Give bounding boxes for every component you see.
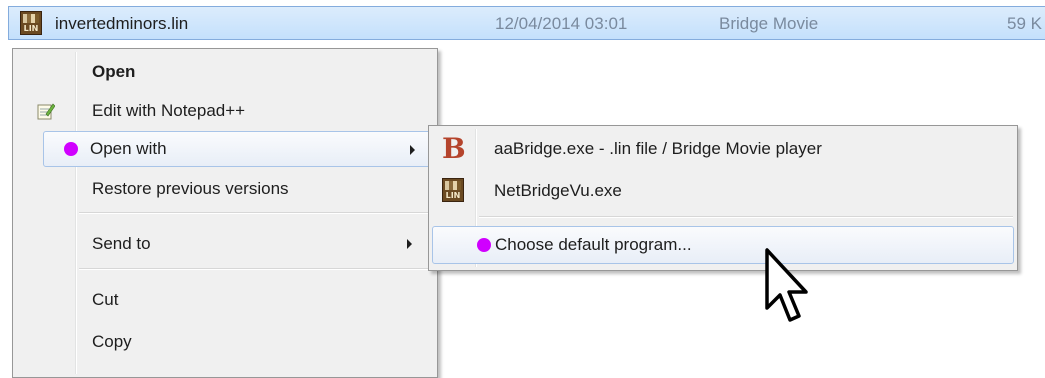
menu-separator [79,212,433,214]
menu-separator [479,216,1013,218]
menu-item-label: Copy [92,332,132,351]
file-date-modified: 12/04/2014 03:01 [495,14,628,33]
menu-item-open[interactable]: Open [16,54,434,90]
notepad-plus-plus-icon [37,103,55,120]
menu-item-send-to[interactable]: Send to [16,226,434,262]
menu-item-edit-with-notepad[interactable]: Edit with Notepad++ [16,93,434,129]
menu-item-label: aaBridge.exe - .lin file / Bridge Movie … [494,139,822,158]
menu-item-choose-default-program[interactable]: Choose default program... [432,226,1014,264]
menu-item-restore-previous-versions[interactable]: Restore previous versions [16,171,434,207]
file-size: 59 K [1007,14,1042,33]
selected-file-row[interactable]: LIN invertedminors.lin 12/04/2014 03:01 … [8,6,1045,40]
netbridgevu-icon: LIN [442,178,464,202]
menu-separator [79,268,433,270]
file-name: invertedminors.lin [55,14,189,33]
marker-dot [477,238,491,252]
aabridge-b-icon: B [442,132,466,165]
menu-item-open-with[interactable]: Open with [43,131,436,167]
menu-item-label: Open [92,62,136,81]
marker-dot [64,142,78,156]
submenu-arrow-icon [407,239,412,249]
menu-item-label: Cut [92,290,119,309]
menu-item-netbridgevu[interactable]: LIN NetBridgeVu.exe [432,173,1014,209]
file-type: Bridge Movie [719,14,819,33]
menu-item-label: Restore previous versions [92,179,289,198]
menu-item-cut[interactable]: Cut [16,282,434,318]
menu-item-label: Choose default program... [495,235,692,254]
menu-item-aabridge[interactable]: B aaBridge.exe - .lin file / Bridge Movi… [432,131,1014,167]
menu-item-label: Send to [92,234,151,253]
menu-item-copy[interactable]: Copy [16,324,434,360]
menu-item-label: Edit with Notepad++ [92,101,246,120]
menu-item-label: NetBridgeVu.exe [494,181,622,200]
open-with-submenu: B aaBridge.exe - .lin file / Bridge Movi… [428,125,1018,271]
mouse-pointer-icon [765,248,808,322]
menu-item-label: Open with [90,139,167,158]
context-menu: Open Edit with Notepad++ Open with Resto… [12,48,438,378]
submenu-arrow-icon [410,145,415,155]
lin-file-icon: LIN [20,11,42,35]
